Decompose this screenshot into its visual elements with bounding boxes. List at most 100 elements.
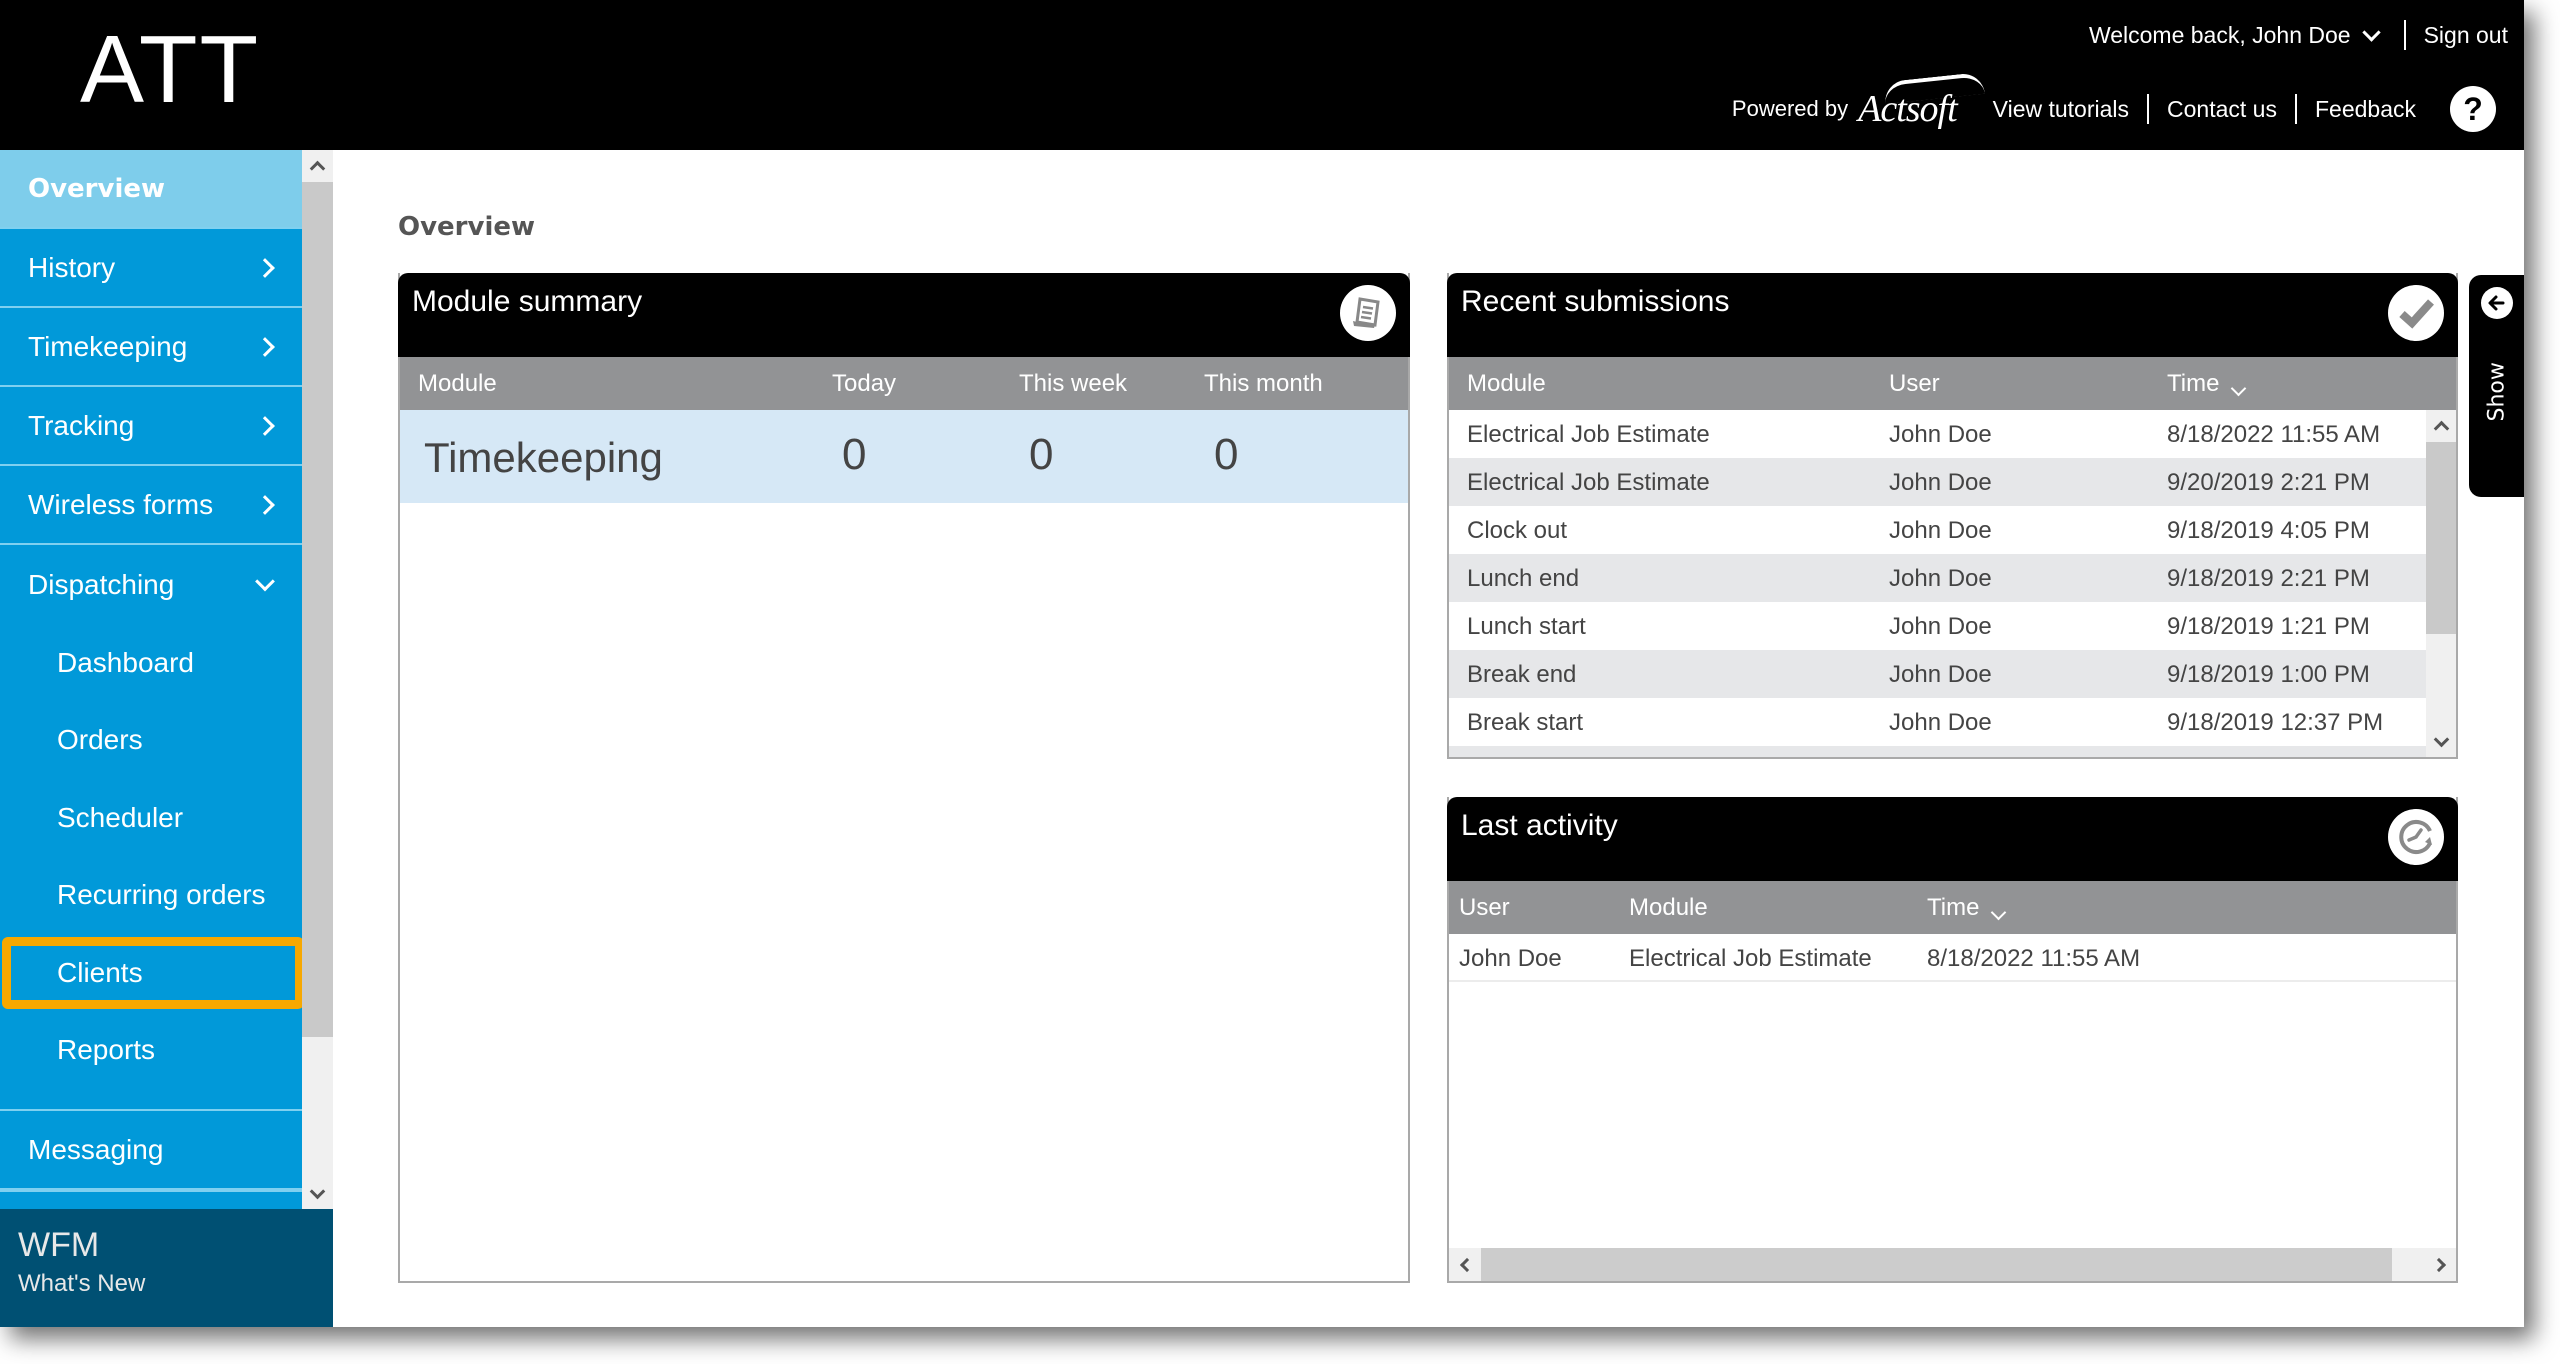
chevron-down-icon bbox=[309, 1183, 326, 1199]
scroll-up-button[interactable] bbox=[302, 150, 333, 180]
chevron-right-icon bbox=[255, 494, 275, 515]
feedback-link[interactable]: Feedback bbox=[2315, 96, 2416, 123]
submissions-table-body: Electrical Job Estimate John Doe 8/18/20… bbox=[1449, 410, 2428, 757]
count-this-week: 0 bbox=[1029, 430, 1054, 479]
cell-time: 9/18/2019 2:21 PM bbox=[2167, 565, 2370, 592]
sidebar-item-messaging[interactable]: Messaging bbox=[0, 1111, 302, 1190]
scroll-left-button[interactable] bbox=[1449, 1248, 1479, 1281]
table-row[interactable]: Electrical Job Estimate John Doe 8/18/20… bbox=[1449, 410, 2428, 458]
cell-time: 9/18/2019 4:05 PM bbox=[2167, 517, 2370, 544]
module-name: Timekeeping bbox=[424, 434, 663, 481]
sidebar-subitem-dashboard[interactable]: Dashboard bbox=[0, 624, 302, 702]
panel-title: Recent submissions bbox=[1461, 285, 1730, 318]
sidebar-item-overview[interactable]: Overview bbox=[0, 150, 302, 229]
sidebar-subitem-reports[interactable]: Reports bbox=[0, 1012, 302, 1090]
sidebar-subitem-recurring-orders[interactable]: Recurring orders bbox=[0, 857, 302, 935]
chevron-down-icon bbox=[255, 571, 275, 591]
user-menu[interactable]: Welcome back, John Doe bbox=[2089, 22, 2386, 49]
scrollbar-thumb[interactable] bbox=[302, 182, 333, 1037]
table-row[interactable]: Electrical Job Estimate John Doe 9/20/20… bbox=[1449, 458, 2428, 506]
count-today: 0 bbox=[842, 430, 867, 479]
panel-header: Last activity bbox=[1447, 797, 2458, 881]
column-header-this-week[interactable]: This week bbox=[1019, 370, 1127, 398]
table-header: Module Today This week This month bbox=[400, 357, 1408, 410]
table-row[interactable]: Lunch start John Doe 9/18/2019 1:21 PM bbox=[1449, 602, 2428, 650]
column-header-time[interactable]: Time bbox=[2167, 370, 2247, 398]
cell-user: John Doe bbox=[1889, 661, 1992, 688]
column-header-module[interactable]: Module bbox=[1467, 370, 1546, 398]
whats-new-link[interactable]: What's New bbox=[18, 1270, 333, 1298]
table-row[interactable]: Break start John Doe 9/18/2019 12:37 PM bbox=[1449, 698, 2428, 746]
sidebar-item-label: Tracking bbox=[28, 409, 135, 441]
sidebar-subitem-clients[interactable]: Clients bbox=[0, 934, 302, 1012]
page-title: Overview bbox=[398, 212, 536, 242]
column-header-user[interactable]: User bbox=[1459, 894, 1510, 922]
clock-history-icon[interactable] bbox=[2388, 809, 2444, 865]
sidebar-item-label: Dispatching bbox=[28, 568, 175, 600]
sidebar-item-label: Messaging bbox=[28, 1133, 164, 1165]
column-header-label: Time bbox=[2167, 370, 2220, 397]
sidebar-item-wireless-forms[interactable]: Wireless forms bbox=[0, 466, 302, 545]
actsoft-logo: Actsoft bbox=[1858, 71, 1985, 131]
contact-us-link[interactable]: Contact us bbox=[2167, 96, 2277, 123]
cell-user: John Doe bbox=[1889, 517, 1992, 544]
column-header-time[interactable]: Time bbox=[1927, 894, 2007, 922]
panel-title: Last activity bbox=[1461, 809, 1618, 842]
sidebar-subitem-orders[interactable]: Orders bbox=[0, 702, 302, 780]
chevron-down-icon bbox=[2433, 731, 2449, 747]
scroll-down-button[interactable] bbox=[2426, 727, 2456, 757]
header-links: Powered by Actsoft View tutorials Contac… bbox=[1732, 71, 2496, 132]
column-header-label: Time bbox=[1927, 894, 1980, 921]
top-header: ATT Welcome back, John Doe Sign out Powe… bbox=[0, 0, 2524, 150]
scroll-down-button[interactable] bbox=[302, 1179, 333, 1209]
cell-time: 8/18/2022 11:55 AM bbox=[2167, 421, 2381, 448]
cell-time: 9/18/2019 1:00 PM bbox=[2167, 661, 2370, 688]
show-panel-tab[interactable]: Show bbox=[2469, 275, 2524, 497]
sidebar-scrollbar[interactable] bbox=[302, 150, 333, 1209]
cell-module: Break end bbox=[1467, 661, 1577, 688]
checkmark-icon[interactable] bbox=[2388, 285, 2444, 341]
chevron-right-icon bbox=[2431, 1257, 2446, 1272]
table-row[interactable]: John Doe Electrical Job Estimate 8/18/20… bbox=[1449, 934, 2456, 982]
column-header-module[interactable]: Module bbox=[418, 370, 497, 398]
chevron-down-icon bbox=[2361, 22, 2381, 42]
chevron-right-icon bbox=[255, 257, 275, 278]
submissions-scrollbar[interactable] bbox=[2426, 410, 2456, 757]
column-header-user[interactable]: User bbox=[1889, 370, 1940, 398]
activity-horizontal-scrollbar[interactable] bbox=[1449, 1248, 2456, 1281]
cell-module: Electrical Job Estimate bbox=[1629, 945, 1872, 972]
sidebar-item-tracking[interactable]: Tracking bbox=[0, 387, 302, 466]
sidebar-item-partial[interactable] bbox=[0, 1190, 302, 1209]
view-tutorials-link[interactable]: View tutorials bbox=[1993, 96, 2129, 123]
divider bbox=[2147, 94, 2150, 124]
sign-out-link[interactable]: Sign out bbox=[2424, 22, 2508, 49]
cell-module: Lunch end bbox=[1467, 565, 1580, 592]
scroll-up-button[interactable] bbox=[2426, 410, 2456, 440]
document-list-icon[interactable] bbox=[1340, 285, 1396, 341]
column-header-today[interactable]: Today bbox=[832, 370, 896, 398]
help-icon[interactable]: ? bbox=[2450, 86, 2496, 132]
table-row[interactable]: Lunch end John Doe 9/18/2019 2:21 PM bbox=[1449, 554, 2428, 602]
cell-module: Clock out bbox=[1467, 517, 1568, 544]
welcome-text: Welcome back, John Doe bbox=[2088, 21, 2351, 48]
table-row[interactable]: Timekeeping 0 0 0 bbox=[400, 410, 1408, 503]
sidebar-subitem-scheduler[interactable]: Scheduler bbox=[0, 779, 302, 857]
sidebar-item-history[interactable]: History bbox=[0, 229, 302, 308]
whats-new-footer[interactable]: WFM What's New bbox=[0, 1209, 333, 1327]
scroll-right-button[interactable] bbox=[2426, 1248, 2456, 1281]
scrollbar-thumb[interactable] bbox=[1481, 1248, 2392, 1281]
scrollbar-thumb[interactable] bbox=[2426, 442, 2456, 634]
sidebar-item-timekeeping[interactable]: Timekeeping bbox=[0, 308, 302, 387]
table-row[interactable]: Clock out John Doe 9/18/2019 4:05 PM bbox=[1449, 506, 2428, 554]
sidebar-item-dispatching[interactable]: Dispatching bbox=[0, 545, 302, 624]
cell-time: 9/20/2019 2:21 PM bbox=[2167, 469, 2370, 496]
table-row-partial[interactable] bbox=[1449, 746, 2428, 757]
cell-module: Electrical Job Estimate bbox=[1467, 421, 1710, 448]
dispatching-submenu: Dashboard Orders Scheduler Recurring ord… bbox=[0, 624, 302, 1111]
sidebar-nav: Overview History Timekeeping Tracking Wi… bbox=[0, 150, 302, 1209]
sidebar-item-label: Wireless forms bbox=[28, 488, 214, 520]
column-header-module[interactable]: Module bbox=[1629, 894, 1708, 922]
column-header-this-month[interactable]: This month bbox=[1204, 370, 1323, 398]
table-row[interactable]: Break end John Doe 9/18/2019 1:00 PM bbox=[1449, 650, 2428, 698]
cell-module: Lunch start bbox=[1467, 613, 1586, 640]
